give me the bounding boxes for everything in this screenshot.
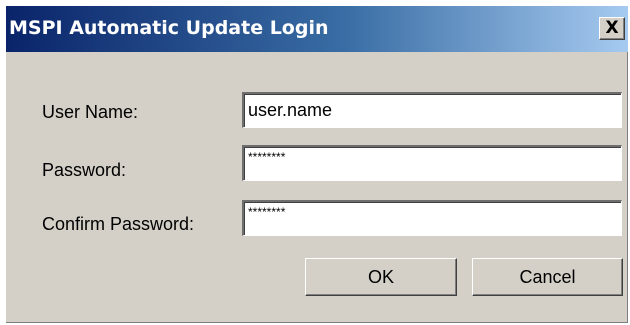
login-dialog: MSPI Automatic Update Login X User Name:… <box>6 6 628 323</box>
close-icon: X <box>605 18 619 38</box>
username-field[interactable]: user.name <box>242 92 622 128</box>
confirm-password-field[interactable]: ******** <box>242 200 622 236</box>
confirm-password-label: Confirm Password: <box>42 214 195 234</box>
close-button[interactable]: X <box>599 17 625 40</box>
ok-button-label: OK <box>367 266 394 287</box>
username-label: User Name: <box>42 102 139 122</box>
ok-button[interactable]: OK <box>305 258 457 296</box>
title-bar[interactable]: MSPI Automatic Update Login X <box>6 6 628 52</box>
cancel-button[interactable]: Cancel <box>472 258 623 296</box>
password-label: Password: <box>42 160 127 180</box>
password-field[interactable]: ******** <box>242 145 622 181</box>
cancel-button-label: Cancel <box>519 266 576 287</box>
window-title: MSPI Automatic Update Login <box>9 17 329 39</box>
